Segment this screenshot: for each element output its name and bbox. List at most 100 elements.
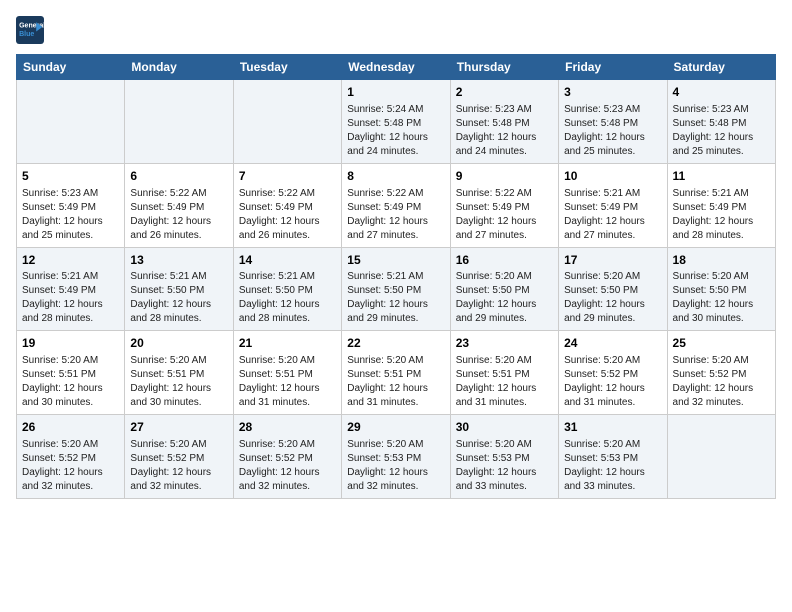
day-info: Sunrise: 5:20 AM Sunset: 5:50 PM Dayligh… — [564, 270, 661, 326]
logo: General Blue — [16, 16, 44, 44]
day-number: 3 — [564, 84, 661, 101]
day-number: 15 — [347, 252, 444, 269]
week-row-1: 1 Sunrise: 5:24 AM Sunset: 5:48 PM Daylig… — [17, 80, 776, 164]
day-number: 19 — [22, 335, 119, 352]
calendar-cell: 16Sunrise: 5:20 AM Sunset: 5:50 PM Dayli… — [450, 247, 558, 331]
day-info: Sunrise: 5:21 AM Sunset: 5:49 PM Dayligh… — [22, 270, 119, 326]
day-info: Sunrise: 5:23 AM Sunset: 5:48 PM Dayligh… — [673, 103, 770, 159]
calendar-cell: 12Sunrise: 5:21 AM Sunset: 5:49 PM Dayli… — [17, 247, 125, 331]
day-info: Sunrise: 5:21 AM Sunset: 5:50 PM Dayligh… — [130, 270, 227, 326]
calendar-cell: 7Sunrise: 5:22 AM Sunset: 5:49 PM Daylig… — [233, 163, 341, 247]
day-info: Sunrise: 5:20 AM Sunset: 5:50 PM Dayligh… — [456, 270, 553, 326]
calendar-cell: 1 Sunrise: 5:24 AM Sunset: 5:48 PM Daylig… — [342, 80, 450, 164]
day-number: 31 — [564, 419, 661, 436]
day-info: Sunrise: 5:20 AM Sunset: 5:51 PM Dayligh… — [239, 354, 336, 410]
logo-icon: General Blue — [16, 16, 44, 44]
calendar-cell: 6 Sunrise: 5:22 AM Sunset: 5:49 PM Daylig… — [125, 163, 233, 247]
week-row-2: 5 Sunrise: 5:23 AM Sunset: 5:49 PM Daylig… — [17, 163, 776, 247]
day-number: 4 — [673, 84, 770, 101]
day-number: 2 — [456, 84, 553, 101]
header: General Blue — [16, 16, 776, 44]
calendar-cell: 15Sunrise: 5:21 AM Sunset: 5:50 PM Dayli… — [342, 247, 450, 331]
day-info: Sunrise: 5:23 AM Sunset: 5:48 PM Dayligh… — [564, 103, 661, 159]
day-number: 10 — [564, 168, 661, 185]
weekday-header-saturday: Saturday — [667, 55, 775, 80]
weekday-header-monday: Monday — [125, 55, 233, 80]
day-info: Sunrise: 5:23 AM Sunset: 5:49 PM Dayligh… — [22, 187, 119, 243]
calendar-cell: 10 Sunrise: 5:21 AM Sunset: 5:49 PM Dayli… — [559, 163, 667, 247]
calendar-cell — [233, 80, 341, 164]
day-number: 12 — [22, 252, 119, 269]
day-info: Sunrise: 5:20 AM Sunset: 5:51 PM Dayligh… — [130, 354, 227, 410]
day-info: Sunrise: 5:20 AM Sunset: 5:52 PM Dayligh… — [239, 438, 336, 494]
calendar-cell: 28Sunrise: 5:20 AM Sunset: 5:52 PM Dayli… — [233, 415, 341, 499]
day-number: 9 — [456, 168, 553, 185]
calendar-cell: 4 Sunrise: 5:23 AM Sunset: 5:48 PM Daylig… — [667, 80, 775, 164]
day-number: 18 — [673, 252, 770, 269]
day-number: 1 — [347, 84, 444, 101]
weekday-row: SundayMondayTuesdayWednesdayThursdayFrid… — [17, 55, 776, 80]
calendar-cell — [125, 80, 233, 164]
day-info: Sunrise: 5:20 AM Sunset: 5:52 PM Dayligh… — [564, 354, 661, 410]
svg-text:Blue: Blue — [19, 31, 34, 38]
day-number: 21 — [239, 335, 336, 352]
weekday-header-wednesday: Wednesday — [342, 55, 450, 80]
calendar-cell: 21 Sunrise: 5:20 AM Sunset: 5:51 PM Dayli… — [233, 331, 341, 415]
day-number: 17 — [564, 252, 661, 269]
day-info: Sunrise: 5:20 AM Sunset: 5:52 PM Dayligh… — [673, 354, 770, 410]
day-number: 20 — [130, 335, 227, 352]
day-info: Sunrise: 5:24 AM Sunset: 5:48 PM Dayligh… — [347, 103, 444, 159]
day-number: 23 — [456, 335, 553, 352]
day-number: 16 — [456, 252, 553, 269]
calendar-cell: 8 Sunrise: 5:22 AM Sunset: 5:49 PM Daylig… — [342, 163, 450, 247]
day-number: 6 — [130, 168, 227, 185]
day-info: Sunrise: 5:20 AM Sunset: 5:53 PM Dayligh… — [456, 438, 553, 494]
day-info: Sunrise: 5:20 AM Sunset: 5:50 PM Dayligh… — [673, 270, 770, 326]
day-info: Sunrise: 5:21 AM Sunset: 5:49 PM Dayligh… — [673, 187, 770, 243]
day-info: Sunrise: 5:21 AM Sunset: 5:50 PM Dayligh… — [239, 270, 336, 326]
day-number: 8 — [347, 168, 444, 185]
calendar-table: SundayMondayTuesdayWednesdayThursdayFrid… — [16, 54, 776, 499]
calendar-cell: 3 Sunrise: 5:23 AM Sunset: 5:48 PM Daylig… — [559, 80, 667, 164]
weekday-header-sunday: Sunday — [17, 55, 125, 80]
day-number: 29 — [347, 419, 444, 436]
day-number: 24 — [564, 335, 661, 352]
day-info: Sunrise: 5:21 AM Sunset: 5:50 PM Dayligh… — [347, 270, 444, 326]
weekday-header-friday: Friday — [559, 55, 667, 80]
calendar-cell: 2Sunrise: 5:23 AM Sunset: 5:48 PM Daylig… — [450, 80, 558, 164]
day-number: 13 — [130, 252, 227, 269]
calendar-cell: 22 Sunrise: 5:20 AM Sunset: 5:51 PM Dayli… — [342, 331, 450, 415]
day-info: Sunrise: 5:20 AM Sunset: 5:51 PM Dayligh… — [347, 354, 444, 410]
day-info: Sunrise: 5:22 AM Sunset: 5:49 PM Dayligh… — [130, 187, 227, 243]
week-row-5: 26Sunrise: 5:20 AM Sunset: 5:52 PM Dayli… — [17, 415, 776, 499]
calendar-cell: 25 Sunrise: 5:20 AM Sunset: 5:52 PM Dayli… — [667, 331, 775, 415]
calendar-cell: 31Sunrise: 5:20 AM Sunset: 5:53 PM Dayli… — [559, 415, 667, 499]
week-row-4: 19 Sunrise: 5:20 AM Sunset: 5:51 PM Dayli… — [17, 331, 776, 415]
calendar-cell: 23 Sunrise: 5:20 AM Sunset: 5:51 PM Dayli… — [450, 331, 558, 415]
day-info: Sunrise: 5:20 AM Sunset: 5:51 PM Dayligh… — [456, 354, 553, 410]
day-number: 5 — [22, 168, 119, 185]
calendar-cell: 24 Sunrise: 5:20 AM Sunset: 5:52 PM Dayli… — [559, 331, 667, 415]
day-info: Sunrise: 5:20 AM Sunset: 5:52 PM Dayligh… — [22, 438, 119, 494]
calendar-cell: 5 Sunrise: 5:23 AM Sunset: 5:49 PM Daylig… — [17, 163, 125, 247]
day-number: 25 — [673, 335, 770, 352]
day-info: Sunrise: 5:20 AM Sunset: 5:52 PM Dayligh… — [130, 438, 227, 494]
calendar-cell: 17Sunrise: 5:20 AM Sunset: 5:50 PM Dayli… — [559, 247, 667, 331]
calendar-cell — [17, 80, 125, 164]
day-info: Sunrise: 5:22 AM Sunset: 5:49 PM Dayligh… — [347, 187, 444, 243]
calendar-cell: 14Sunrise: 5:21 AM Sunset: 5:50 PM Dayli… — [233, 247, 341, 331]
day-info: Sunrise: 5:22 AM Sunset: 5:49 PM Dayligh… — [239, 187, 336, 243]
weekday-header-thursday: Thursday — [450, 55, 558, 80]
day-info: Sunrise: 5:21 AM Sunset: 5:49 PM Dayligh… — [564, 187, 661, 243]
calendar-cell: 19Sunrise: 5:20 AM Sunset: 5:51 PM Dayli… — [17, 331, 125, 415]
day-info: Sunrise: 5:20 AM Sunset: 5:53 PM Dayligh… — [347, 438, 444, 494]
calendar-cell: 30 Sunrise: 5:20 AM Sunset: 5:53 PM Dayli… — [450, 415, 558, 499]
calendar-cell: 18Sunrise: 5:20 AM Sunset: 5:50 PM Dayli… — [667, 247, 775, 331]
calendar-cell — [667, 415, 775, 499]
calendar-cell: 27 Sunrise: 5:20 AM Sunset: 5:52 PM Dayli… — [125, 415, 233, 499]
day-number: 22 — [347, 335, 444, 352]
day-number: 30 — [456, 419, 553, 436]
day-number: 27 — [130, 419, 227, 436]
calendar-cell: 13Sunrise: 5:21 AM Sunset: 5:50 PM Dayli… — [125, 247, 233, 331]
calendar-cell: 11Sunrise: 5:21 AM Sunset: 5:49 PM Dayli… — [667, 163, 775, 247]
